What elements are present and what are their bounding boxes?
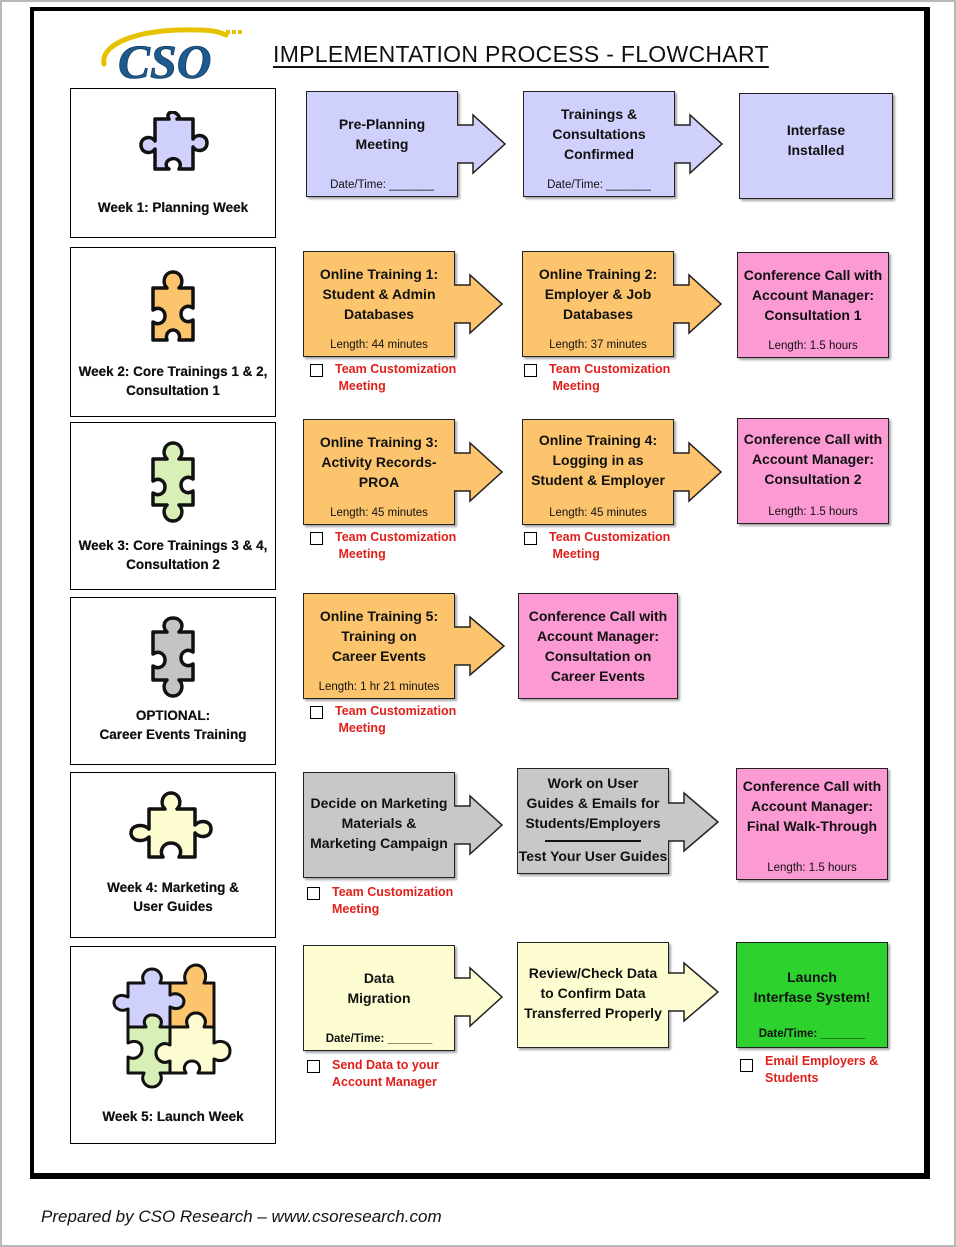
- arrow-right-icon: [668, 961, 720, 1023]
- puzzle-piece-lavender-icon: [139, 111, 209, 171]
- step-data-migration: Data Migration Date/Time: _______: [303, 945, 455, 1051]
- week-box-3: Week 3: Core Trainings 3 & 4, Consultatio…: [70, 422, 276, 590]
- date-time-field[interactable]: Date/Time: _______: [307, 179, 457, 191]
- step-interfase-installed: Interfase Installed: [739, 93, 893, 199]
- footer-credit: Prepared by CSO Research – www.csoresear…: [41, 1207, 442, 1226]
- step-online-training-1: Online Training 1: Student & Admin Databas…: [303, 251, 455, 357]
- week-label: Week 5: Launch Week: [102, 1109, 244, 1124]
- arrow-right-icon: [454, 273, 504, 335]
- checklist-item[interactable]: Team Customization Meeting: [310, 703, 456, 737]
- length-label: Length: 1.5 hours: [767, 862, 857, 874]
- length-label: Length: 45 minutes: [549, 507, 647, 519]
- step-decide-marketing-materials: Decide on Marketing Materials & Marketing …: [303, 772, 455, 878]
- checklist-item[interactable]: Team Customization Meeting: [310, 529, 456, 563]
- week-box-4: Week 4: Marketing & User Guides: [70, 772, 276, 938]
- puzzle-piece-gray-icon: [151, 616, 195, 698]
- step-online-training-4: Online Training 4: Logging in as Student &…: [522, 419, 674, 525]
- checkbox[interactable]: [310, 532, 323, 545]
- checkbox[interactable]: [310, 364, 323, 377]
- week-box-5: Week 5: Launch Week: [70, 946, 276, 1144]
- checklist-item[interactable]: Send Data to your Account Manager: [307, 1057, 439, 1091]
- arrow-right-icon: [454, 794, 504, 856]
- date-time-field[interactable]: Date/Time: _______: [304, 1033, 454, 1045]
- page-title: IMPLEMENTATION PROCESS - FLOWCHART: [273, 41, 769, 67]
- step-conference-call-career-events: Conference Call with Account Manager: Cons…: [518, 593, 678, 699]
- length-label: Length: 37 minutes: [549, 339, 647, 351]
- checkbox[interactable]: [310, 706, 323, 719]
- checklist-item[interactable]: Team Customization Meeting: [310, 361, 456, 395]
- step-conference-call-consultation-1: Conference Call with Account Manager: Cons…: [737, 252, 889, 358]
- arrow-right-icon: [454, 966, 504, 1028]
- logo-text: CSO: [118, 36, 211, 84]
- week-label: Week 1: Planning Week: [97, 200, 249, 215]
- step-pre-planning-meeting: Pre-Planning Meeting Date/Time: _______: [306, 91, 458, 197]
- checkbox[interactable]: [307, 1060, 320, 1073]
- week-label: Week 3: Core Trainings 3 & 4, Consultatio…: [78, 538, 268, 572]
- date-time-field[interactable]: Date/Time: _______: [737, 1028, 887, 1040]
- step-conference-call-consultation-2: Conference Call with Account Manager: Cons…: [737, 418, 889, 524]
- test-user-guides-label: Test Your User Guides: [518, 848, 668, 864]
- arrow-right-icon: [454, 441, 504, 503]
- length-label: Length: 45 minutes: [330, 507, 428, 519]
- puzzle-piece-orange-icon: [151, 270, 195, 342]
- arrow-right-icon: [673, 273, 723, 335]
- arrow-right-icon: [668, 791, 720, 853]
- date-time-field[interactable]: Date/Time: _______: [524, 179, 674, 191]
- checkbox[interactable]: [524, 532, 537, 545]
- step-online-training-3: Online Training 3: Activity Records- PROA …: [303, 419, 455, 525]
- checklist-item[interactable]: Team Customization Meeting: [524, 361, 670, 395]
- arrow-right-icon: [674, 113, 724, 175]
- checklist-item[interactable]: Team Customization Meeting: [307, 884, 453, 918]
- checklist-item[interactable]: Email Employers & Students: [740, 1053, 878, 1087]
- arrow-right-icon: [457, 113, 507, 175]
- checkbox[interactable]: [740, 1059, 753, 1072]
- step-trainings-consultations-confirmed: Trainings & Consultations Confirmed Date/T…: [523, 91, 675, 197]
- week-box-1: Week 1: Planning Week: [70, 88, 276, 238]
- step-online-training-2: Online Training 2: Employer & Job Database…: [522, 251, 674, 357]
- step-launch-interfase-system: Launch Interfase System! Date/Time: _____…: [736, 942, 888, 1048]
- week-label: OPTIONAL: Career Events Training: [99, 708, 247, 742]
- length-label: Length: 1.5 hours: [768, 340, 858, 352]
- week-box-2: Week 2: Core Trainings 1 & 2, Consultatio…: [70, 247, 276, 417]
- step-work-on-user-guides: Work on User Guides & Emails for Students/…: [517, 768, 669, 874]
- step-review-check-data: Review/Check Data to Confirm Data Transfer…: [517, 942, 669, 1048]
- divider-line: [545, 840, 641, 842]
- step-conference-call-final-walkthrough: Conference Call with Account Manager: Fina…: [736, 768, 888, 880]
- arrow-right-icon: [673, 441, 723, 503]
- checkbox[interactable]: [524, 364, 537, 377]
- puzzle-piece-green-icon: [151, 441, 195, 523]
- cso-logo: CSO: [101, 27, 242, 84]
- length-label: Length: 1.5 hours: [768, 506, 858, 518]
- arrow-right-icon: [454, 615, 506, 677]
- checkbox[interactable]: [307, 887, 320, 900]
- length-label: Length: 1 hr 21 minutes: [318, 681, 440, 693]
- step-online-training-5: Online Training 5: Training on Career Even…: [303, 593, 455, 699]
- week-label: Week 2: Core Trainings 1 & 2, Consultatio…: [78, 364, 268, 398]
- puzzle-piece-yellow-icon: [129, 791, 213, 859]
- length-label: Length: 44 minutes: [330, 339, 428, 351]
- checklist-item[interactable]: Team Customization Meeting: [524, 529, 670, 563]
- week-label: Week 4: Marketing & User Guides: [107, 880, 239, 914]
- week-box-optional: OPTIONAL: Career Events Training: [70, 597, 276, 765]
- puzzle-four-pieces-icon: [112, 963, 232, 1089]
